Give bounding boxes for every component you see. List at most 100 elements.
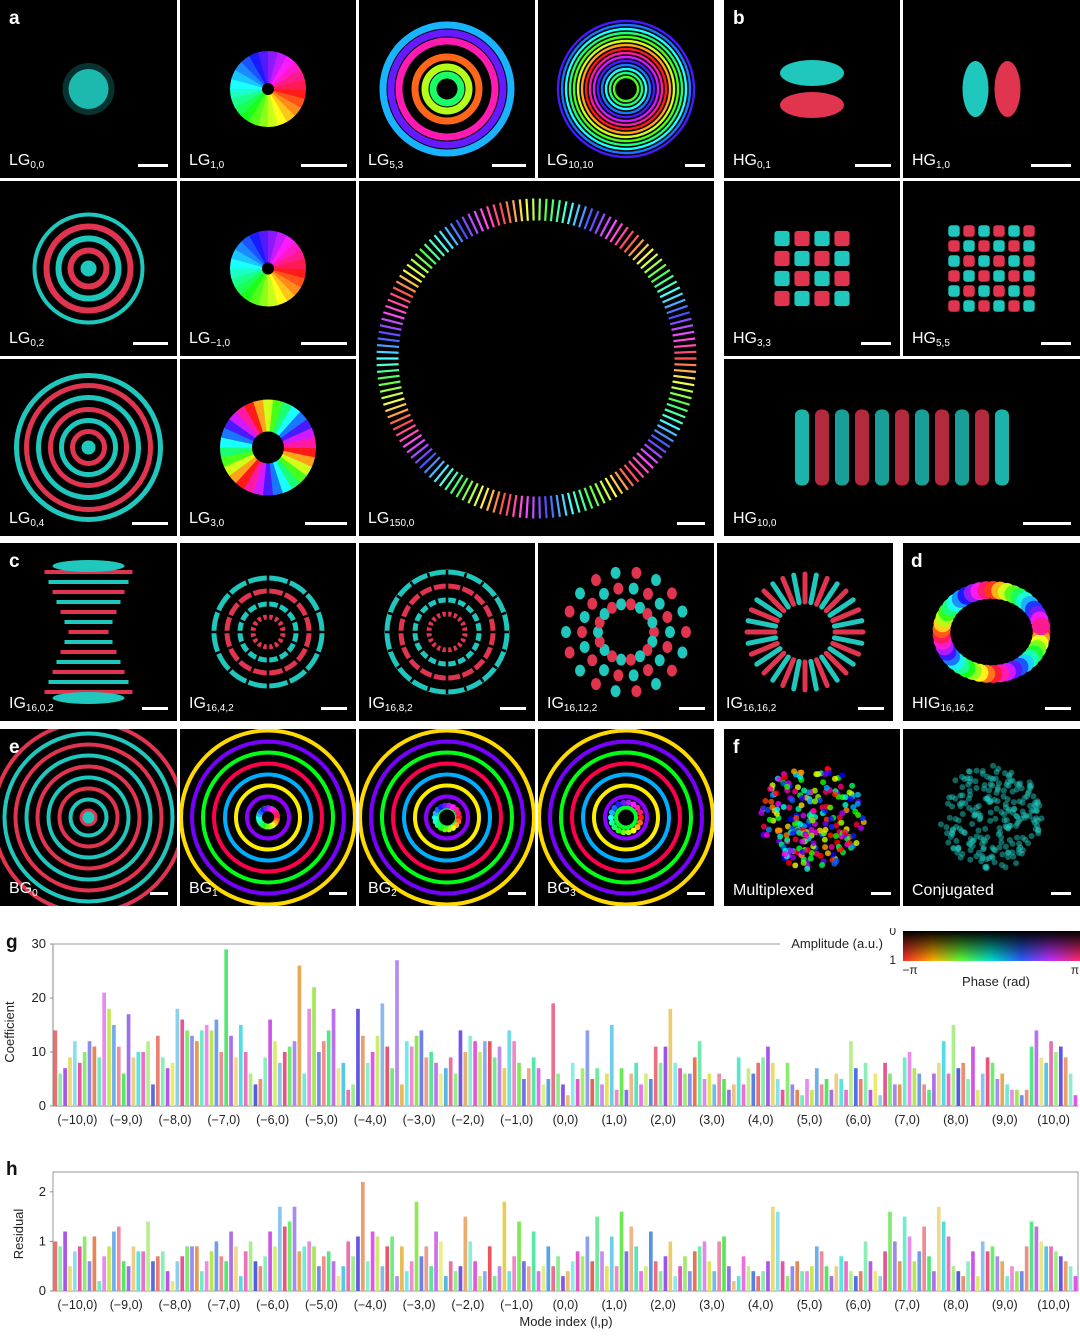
bar [102, 1256, 106, 1291]
bar [600, 1251, 604, 1291]
bar [82, 1236, 87, 1291]
bar [780, 1089, 785, 1106]
bar [160, 1057, 165, 1106]
bar [634, 1246, 639, 1291]
bar [922, 1084, 926, 1106]
scale-bar [1023, 522, 1071, 525]
x-tick-label: (7,0) [894, 1113, 920, 1127]
bar [995, 1256, 1000, 1291]
bar [204, 1261, 209, 1291]
x-tick-label: (8,0) [943, 1113, 969, 1127]
bar [756, 1276, 761, 1291]
bar [980, 1241, 985, 1291]
bar [312, 1246, 316, 1291]
mode-pattern [206, 570, 330, 694]
bar [307, 1008, 311, 1106]
bar [936, 1062, 941, 1106]
bar [487, 1041, 492, 1106]
bar [893, 1084, 897, 1106]
bar [336, 1276, 341, 1291]
bar [795, 1261, 800, 1291]
bar [688, 1271, 692, 1291]
bar [761, 1057, 765, 1106]
mode-tile-ig16162: IG16,16,2 [717, 543, 893, 721]
bar [321, 1041, 326, 1106]
mode-label: LG150,0 [368, 510, 415, 529]
mode-tile-bg3: BG3 [538, 729, 714, 906]
bar [160, 1251, 165, 1291]
bar [370, 1231, 375, 1291]
bar [932, 1073, 936, 1106]
scale-bar [138, 164, 168, 167]
bar [146, 1221, 150, 1291]
bar [287, 1221, 292, 1291]
mode-label: IG16,12,2 [547, 695, 598, 714]
bar [800, 1271, 804, 1291]
bar [380, 1266, 385, 1291]
mode-tile-lg02: LG0,2 [0, 181, 177, 356]
bar [180, 1256, 185, 1291]
bar [688, 1073, 692, 1106]
bar [883, 1251, 887, 1291]
bar [751, 1073, 756, 1106]
bar [282, 1052, 287, 1106]
colorbar-phase-right: π [1071, 963, 1079, 977]
bar [834, 1266, 839, 1291]
x-tick-label: (4,0) [748, 1298, 774, 1312]
panel-letter-b: b [733, 8, 745, 29]
bar [580, 1068, 585, 1106]
bar [829, 1276, 834, 1291]
bar [624, 1251, 629, 1291]
bar [731, 1281, 736, 1291]
bar [156, 1035, 160, 1106]
bar [351, 1256, 355, 1291]
bar [390, 1068, 394, 1106]
bar [424, 1246, 429, 1291]
x-tick-label: (8,0) [943, 1298, 969, 1312]
scale-bar [1051, 892, 1071, 895]
bar [77, 1246, 82, 1291]
bar [370, 1052, 375, 1106]
colorbar-amp-label: Amplitude (a.u.) [791, 936, 883, 951]
bar [317, 1052, 321, 1106]
bar [170, 1062, 175, 1106]
bar [434, 1062, 438, 1106]
x-tick-label: (−9,0) [110, 1113, 143, 1127]
bar [868, 1261, 873, 1291]
x-tick-label: (3,0) [699, 1113, 725, 1127]
bar [873, 1073, 878, 1106]
bar [116, 1226, 121, 1291]
bar [199, 1271, 204, 1291]
bar [790, 1084, 795, 1106]
bar [414, 1201, 419, 1291]
bar [707, 1073, 712, 1106]
bar [512, 1256, 516, 1291]
bar [68, 1057, 72, 1106]
mode-label: LG0,0 [9, 152, 45, 171]
bar [204, 1025, 209, 1106]
x-tick-label: (10,0) [1037, 1298, 1070, 1312]
bar [644, 1073, 648, 1106]
mode-tile-lg53: LG5,3 [359, 0, 535, 178]
bar [68, 1266, 72, 1291]
bar [409, 1046, 414, 1106]
bar [766, 1261, 770, 1291]
bar [238, 1276, 243, 1291]
bar [112, 1231, 116, 1291]
mode-label: LG10,10 [547, 152, 594, 171]
bar [63, 1068, 67, 1106]
bar [317, 1266, 321, 1291]
scale-bar [1041, 342, 1071, 345]
mode-tile-conj: Conjugated [903, 729, 1080, 906]
colorbar: 0 1 Amplitude (a.u.) −π π Phase (rad) [791, 928, 1080, 989]
bar [248, 1073, 253, 1106]
bar [131, 1057, 136, 1106]
x-tick-label: (−10,0) [57, 1113, 97, 1127]
bar [927, 1256, 931, 1291]
bar [507, 1030, 512, 1106]
bar [893, 1241, 897, 1291]
bar [268, 1231, 272, 1291]
bar [312, 987, 316, 1106]
colorbar-phase-left: −π [902, 963, 917, 977]
mode-pattern [795, 409, 1009, 486]
